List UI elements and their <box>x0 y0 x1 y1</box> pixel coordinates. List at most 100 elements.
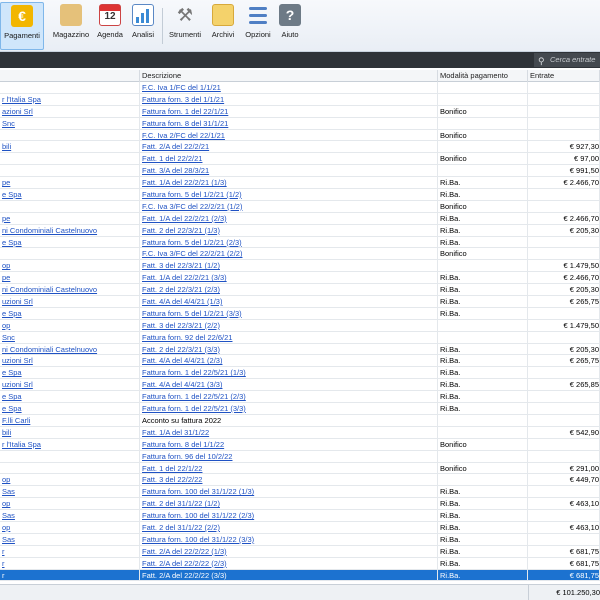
descrizione-cell-text[interactable]: Fatt. 2 del 22/3/21 (3/3) <box>142 345 220 354</box>
cliente-cell-text[interactable]: bili <box>2 142 11 151</box>
descrizione-cell-text[interactable]: Fatt. 3 del 22/3/21 (2/2) <box>142 321 220 330</box>
descrizione-cell-text[interactable]: Fattura forn. 92 del 22/6/21 <box>142 333 232 342</box>
table-row[interactable]: pe Fatt. 1/A del 22/2/21 (2/3) Ri.Ba. € 2.4… <box>0 212 600 225</box>
table-row[interactable]: Sas Fattura forn. 100 del 31/1/22 (2/3) Ri… <box>0 510 600 522</box>
table-row[interactable]: Fattura forn. 96 del 10/2/22 <box>0 450 600 463</box>
header-modalita[interactable]: Modalità pagamento <box>438 70 528 82</box>
table-row[interactable]: e Spa Fattura forn. 5 del 1/2/21 (3/3) Ri.… <box>0 307 600 320</box>
cliente-cell-text[interactable]: e Spa <box>2 404 22 413</box>
table-row[interactable]: Sas Fattura forn. 100 del 31/1/22 (3/3) Ri… <box>0 533 600 546</box>
table-row[interactable]: e Spa Fattura forn. 1 del 22/5/21 (2/3) Ri… <box>0 391 600 404</box>
cliente-cell-text[interactable]: op <box>2 261 10 270</box>
cliente-cell-text[interactable]: uzioni Srl <box>2 380 33 389</box>
descrizione-cell-text[interactable]: Fatt. 1/A del 22/2/21 (1/3) <box>142 178 227 187</box>
cliente-cell-text[interactable]: r <box>2 547 5 556</box>
cliente-cell-text[interactable]: Sas <box>2 487 15 496</box>
descrizione-cell-text[interactable]: Fattura forn. 5 del 1/2/21 (2/3) <box>142 238 242 247</box>
table-row[interactable]: Snc Fattura forn. 8 del 31/1/21 <box>0 117 600 130</box>
cliente-cell-text[interactable]: Sas <box>2 535 15 544</box>
search-input[interactable]: ⚲ Cerca entrate <box>534 53 600 67</box>
table-row[interactable]: r l'Italia Spa Fattura forn. 3 del 1/1/21 <box>0 93 600 106</box>
table-row[interactable]: op Fatt. 3 del 22/2/22 € 449,70 <box>0 474 600 487</box>
cliente-cell-text[interactable]: op <box>2 321 10 330</box>
cliente-cell-text[interactable]: op <box>2 523 10 532</box>
descrizione-cell-text[interactable]: Fattura forn. 1 del 22/5/21 (3/3) <box>142 404 246 413</box>
header-cliente[interactable] <box>0 70 140 82</box>
descrizione-cell-text[interactable]: Fatt. 4/A del 4/4/21 (2/3) <box>142 356 222 365</box>
table-row[interactable]: e Spa Fattura forn. 5 del 1/2/21 (2/3) Ri.… <box>0 236 600 249</box>
table-row[interactable]: uzioni Srl Fatt. 4/A del 4/4/21 (1/3) Ri.B… <box>0 296 600 308</box>
cliente-cell-text[interactable]: pe <box>2 273 10 282</box>
cliente-cell-text[interactable]: e Spa <box>2 238 22 247</box>
descrizione-cell-text[interactable]: Fattura forn. 3 del 1/1/21 <box>142 95 224 104</box>
descrizione-cell-text[interactable]: Fatt. 3 del 22/3/21 (1/2) <box>142 261 220 270</box>
descrizione-cell-text[interactable]: Fatt. 4/A del 4/4/21 (3/3) <box>142 380 222 389</box>
descrizione-cell-text[interactable]: Fatt. 2 del 31/1/22 (2/2) <box>142 523 220 532</box>
cliente-cell-text[interactable]: e Spa <box>2 392 22 401</box>
descrizione-cell-text[interactable]: Fattura forn. 5 del 1/2/21 (3/3) <box>142 309 242 318</box>
table-row[interactable]: Sas Fattura forn. 100 del 31/1/22 (1/3) Ri… <box>0 486 600 499</box>
descrizione-cell-text[interactable]: Fattura forn. 5 del 1/2/21 (1/2) <box>142 190 242 199</box>
descrizione-cell-text[interactable]: Fatt. 1 del 22/1/22 <box>142 464 202 473</box>
table-row[interactable]: op Fatt. 3 del 22/3/21 (2/2) € 1.479,50 <box>0 319 600 332</box>
table-row[interactable]: F.C. Iva 3/FC del 22/2/21 (2/2) Bonifico <box>0 248 600 261</box>
table-row[interactable]: uzioni Srl Fatt. 4/A del 4/4/21 (2/3) Ri.B… <box>0 355 600 368</box>
pagamenti-button[interactable]: € Pagamenti <box>0 2 44 50</box>
descrizione-cell-text[interactable]: Fattura forn. 8 del 1/1/22 <box>142 440 224 449</box>
descrizione-cell-text[interactable]: Fattura forn. 100 del 31/1/22 (3/3) <box>142 535 254 544</box>
table-row[interactable]: Fatt. 1 del 22/1/22 Bonifico € 291,00 <box>0 462 600 475</box>
table-row[interactable]: e Spa Fattura forn. 1 del 22/5/21 (1/3) Ri… <box>0 367 600 380</box>
magazzino-button[interactable]: Magazzino <box>50 2 92 50</box>
table-row[interactable]: F.lli Carli Acconto su fattura 2022 <box>0 414 600 427</box>
opzioni-button[interactable]: Opzioni <box>242 2 274 50</box>
table-row[interactable]: F.C. Iva 3/FC del 22/2/21 (1/2) Bonifico <box>0 200 600 213</box>
table-row[interactable]: op Fatt. 3 del 22/3/21 (1/2) € 1.479,50 <box>0 260 600 273</box>
table-row[interactable]: r Fatt. 2/A del 22/2/22 (3/3) Ri.Ba. € 681,… <box>0 569 600 582</box>
descrizione-cell-text[interactable]: F.C. Iva 2/FC del 22/1/21 <box>142 131 225 140</box>
descrizione-cell-text[interactable]: Fattura forn. 1 del 22/1/21 <box>142 107 228 116</box>
descrizione-cell-text[interactable]: Fattura forn. 8 del 31/1/21 <box>142 119 228 128</box>
table-row[interactable]: r l'Italia Spa Fattura forn. 8 del 1/1/22… <box>0 438 600 451</box>
descrizione-cell-text[interactable]: Fatt. 2 del 22/3/21 (2/3) <box>142 285 220 294</box>
table-row[interactable]: op Fatt. 2 del 31/1/22 (1/2) Ri.Ba. € 463,1… <box>0 498 600 511</box>
table-row[interactable]: e Spa Fattura forn. 1 del 22/5/21 (3/3) Ri… <box>0 403 600 415</box>
descrizione-cell-text[interactable]: Fattura forn. 1 del 22/5/21 (1/3) <box>142 368 246 377</box>
table-row[interactable]: op Fatt. 2 del 31/1/22 (2/2) Ri.Ba. € 463,1… <box>0 521 600 534</box>
cliente-cell-text[interactable]: bili <box>2 428 11 437</box>
descrizione-cell-text[interactable]: Fatt. 3 del 22/2/22 <box>142 475 202 484</box>
descrizione-cell-text[interactable]: Fatt. 2/A del 22/2/22 (3/3) <box>142 571 227 580</box>
archivi-button[interactable]: Archivi <box>208 2 238 50</box>
cliente-cell-text[interactable]: Sas <box>2 511 15 520</box>
cliente-cell-text[interactable]: op <box>2 499 10 508</box>
table-row[interactable]: uzioni Srl Fatt. 4/A del 4/4/21 (3/3) Ri.B… <box>0 379 600 392</box>
cliente-cell-text[interactable]: r <box>2 559 5 568</box>
descrizione-cell-text[interactable]: Fattura forn. 96 del 10/2/22 <box>142 452 232 461</box>
descrizione-cell-text[interactable]: Fatt. 2/A del 22/2/22 (1/3) <box>142 547 227 556</box>
descrizione-cell-text[interactable]: Fattura forn. 100 del 31/1/22 (1/3) <box>142 487 254 496</box>
cliente-cell-text[interactable]: ni Condominiali Castelnuovo <box>2 285 97 294</box>
descrizione-cell-text[interactable]: Fattura forn. 1 del 22/5/21 (2/3) <box>142 392 246 401</box>
cliente-cell-text[interactable]: uzioni Srl <box>2 297 33 306</box>
table-row[interactable]: pe Fatt. 1/A del 22/2/21 (3/3) Ri.Ba. € 2.4… <box>0 272 600 285</box>
table-row[interactable]: r Fatt. 2/A del 22/2/22 (1/3) Ri.Ba. € 681,… <box>0 545 600 558</box>
descrizione-cell-text[interactable]: Fatt. 2/A del 22/2/21 <box>142 142 209 151</box>
cliente-cell-text[interactable]: r <box>2 571 5 580</box>
cliente-cell-text[interactable]: uzioni Srl <box>2 356 33 365</box>
descrizione-cell-text[interactable]: Fattura forn. 100 del 31/1/22 (2/3) <box>142 511 254 520</box>
table-row[interactable]: Snc Fattura forn. 92 del 22/6/21 <box>0 331 600 344</box>
table-row[interactable]: bili Fatt. 2/A del 22/2/21 € 927,30 <box>0 141 600 154</box>
cliente-cell-text[interactable]: op <box>2 475 10 484</box>
descrizione-cell-text[interactable]: Fatt. 1 del 22/2/21 <box>142 154 202 163</box>
descrizione-cell-text[interactable]: Fatt. 1/A del 31/1/22 <box>142 428 209 437</box>
table-row[interactable]: Fatt. 1 del 22/2/21 Bonifico € 97,00 <box>0 153 600 166</box>
cliente-cell-text[interactable]: Snc <box>2 333 15 342</box>
descrizione-cell-text[interactable]: Fatt. 4/A del 4/4/21 (1/3) <box>142 297 222 306</box>
cliente-cell-text[interactable]: pe <box>2 178 10 187</box>
table-row[interactable]: ni Condominiali Castelnuovo Fatt. 2 del 2… <box>0 343 600 356</box>
cliente-cell-text[interactable]: F.lli Carli <box>2 416 30 425</box>
header-descrizione[interactable]: Descrizione <box>140 70 438 82</box>
cliente-cell-text[interactable]: e Spa <box>2 368 22 377</box>
cliente-cell-text[interactable]: e Spa <box>2 309 22 318</box>
descrizione-cell-text[interactable]: Fatt. 3/A del 28/3/21 <box>142 166 209 175</box>
table-row[interactable]: e Spa Fattura forn. 5 del 1/2/21 (1/2) Ri.… <box>0 189 600 201</box>
